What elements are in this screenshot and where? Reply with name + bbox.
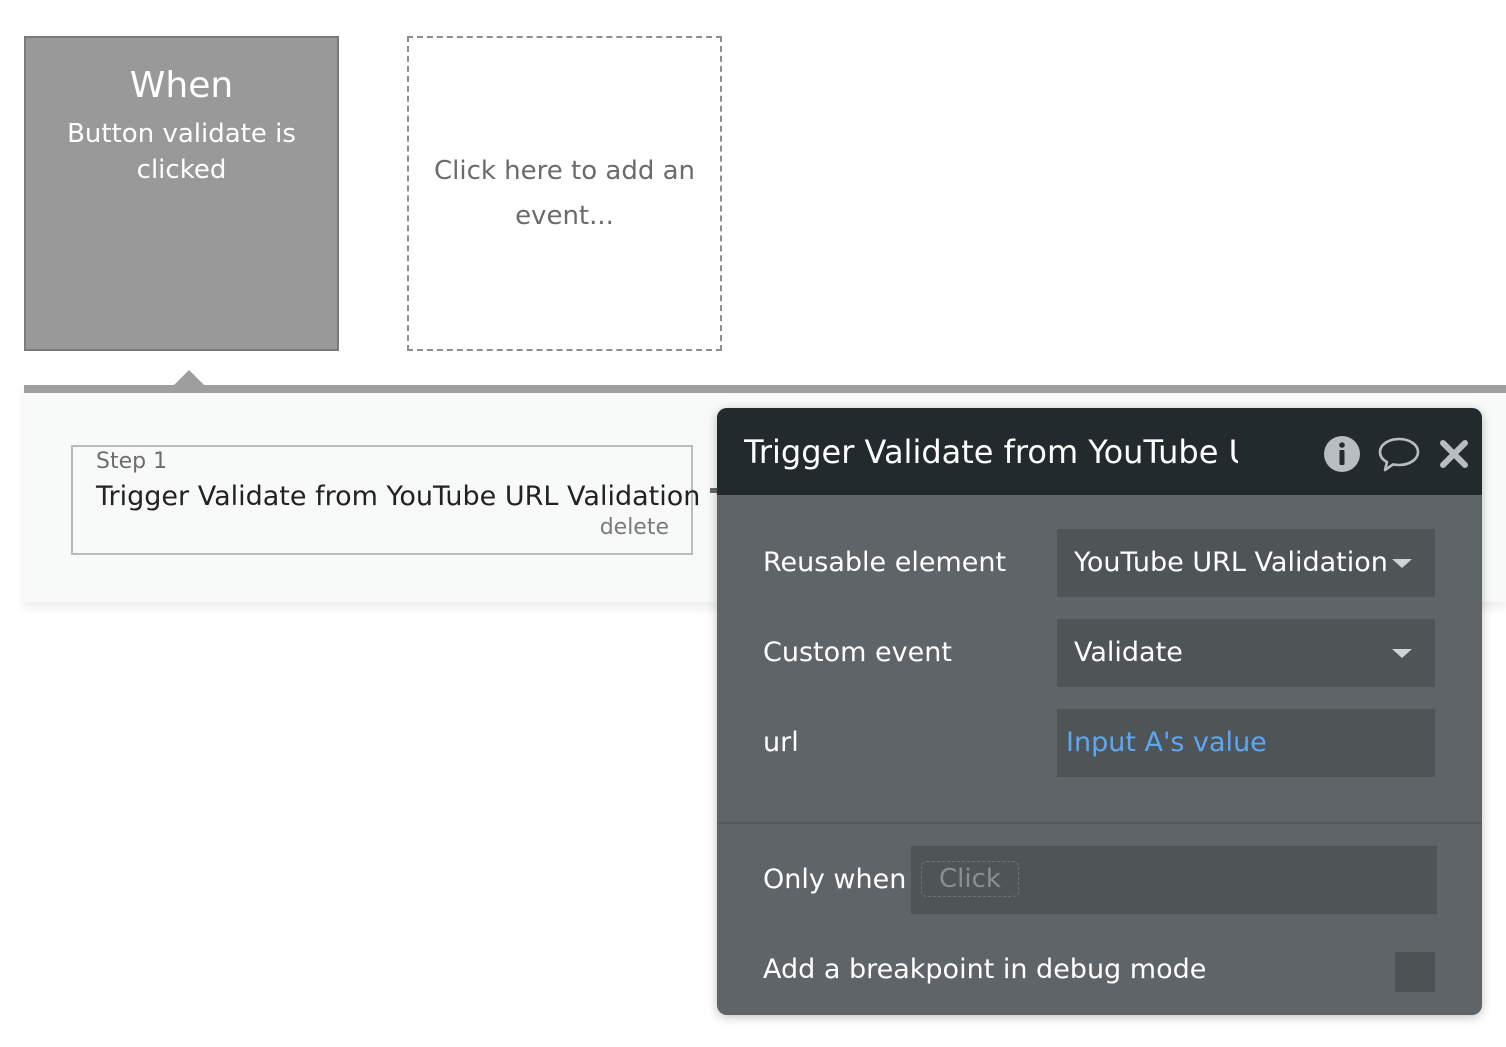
breakpoint-checkbox[interactable] [1395,952,1435,992]
info-icon[interactable] [1323,435,1361,473]
url-param-label: url [763,727,799,758]
reusable-element-label: Reusable element [763,547,1007,578]
step-delete-link[interactable]: delete [600,515,669,540]
only-when-condition-field[interactable]: Click [911,846,1437,914]
event-card-button-validate-clicked[interactable]: When Button validate is clicked [24,36,339,351]
chevron-down-icon [1392,559,1412,568]
chevron-down-icon [1392,649,1412,658]
reusable-element-value: YouTube URL Validation [1074,547,1388,578]
breakpoint-label: Add a breakpoint in debug mode [763,954,1207,985]
only-when-click-placeholder[interactable]: Click [921,861,1019,897]
property-editor-title: Trigger Validate from YouTube URL Valida… [744,433,1238,471]
custom-event-dropdown[interactable]: Validate [1057,619,1435,687]
event-card-description: Button validate is clicked [67,119,296,185]
step-title: Trigger Validate from YouTube URL Valida… [96,481,701,512]
url-param-input[interactable]: Input A's value [1057,709,1435,777]
reusable-element-dropdown[interactable]: YouTube URL Validation [1057,529,1435,597]
only-when-label: Only when [763,864,907,895]
add-event-placeholder[interactable]: Click here to add an event... [407,36,722,351]
url-dynamic-value[interactable]: Input A's value [1066,727,1267,758]
section-divider [717,822,1482,824]
event-selected-pointer [173,370,205,386]
event-card-heading: When [129,65,234,106]
add-event-label: Click here to add an event... [433,155,696,231]
property-editor-header: Trigger Validate from YouTube URL Valida… [717,408,1482,495]
action-property-editor: Trigger Validate from YouTube URL Valida… [717,408,1482,1015]
comment-icon[interactable] [1377,435,1421,473]
custom-event-value: Validate [1074,637,1183,668]
workflow-step-1[interactable]: Step 1 Trigger Validate from YouTube URL… [71,445,700,555]
close-icon[interactable] [1439,439,1469,469]
step-number-label: Step 1 [96,449,168,474]
custom-event-label: Custom event [763,637,952,668]
